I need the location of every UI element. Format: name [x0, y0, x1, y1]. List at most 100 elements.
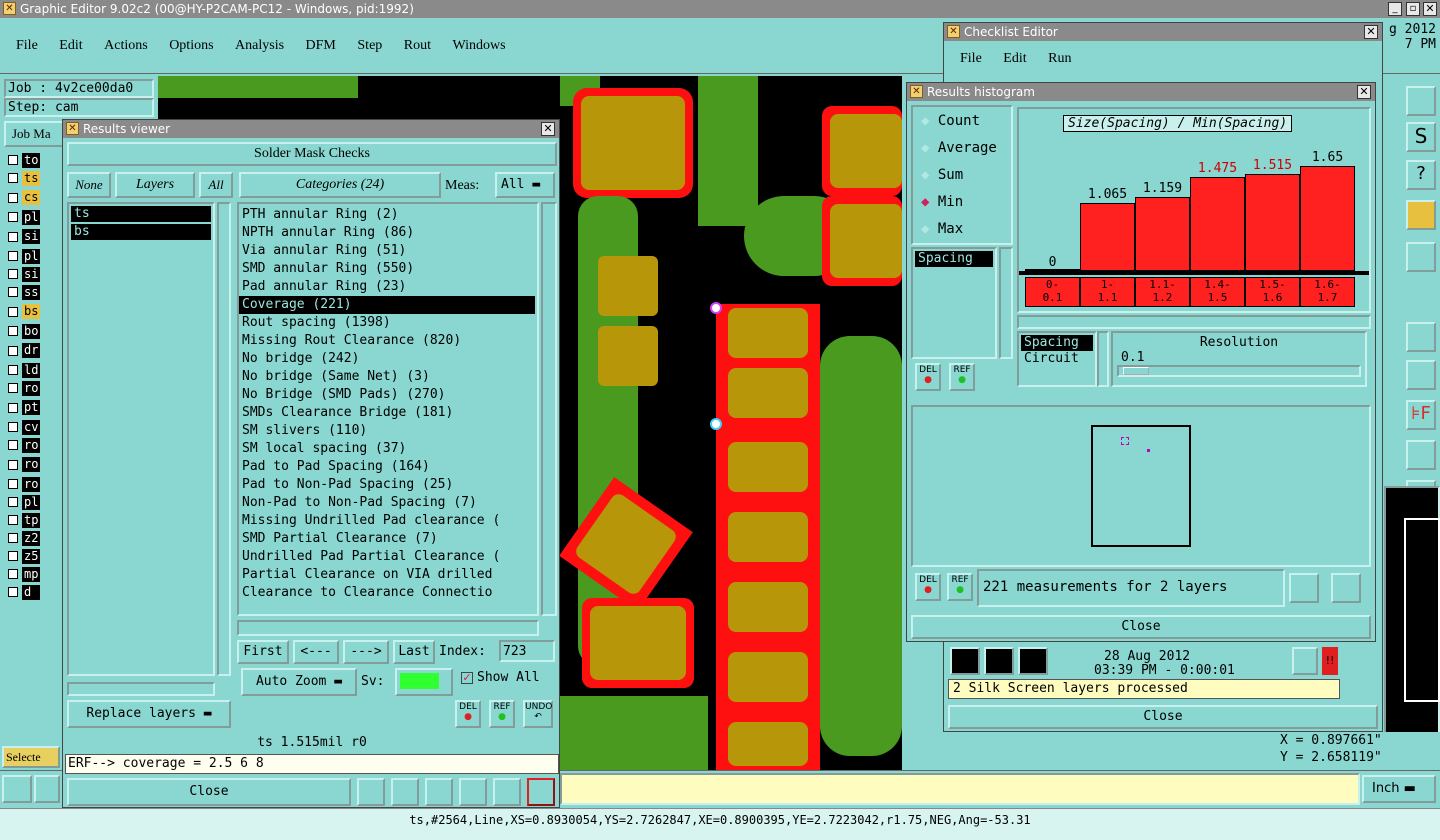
- stop-icon[interactable]: [1018, 647, 1048, 675]
- sidebar-layer-row[interactable]: ss: [4, 283, 60, 301]
- layer-checkbox[interactable]: [8, 155, 18, 165]
- all-layers-button[interactable]: All: [199, 172, 233, 198]
- histogram-hscrollbar[interactable]: [1017, 315, 1371, 329]
- layer-checkbox[interactable]: [8, 192, 18, 203]
- vector-icon[interactable]: [1406, 360, 1436, 390]
- measure-item[interactable]: Spacing: [915, 251, 993, 267]
- sidebar-layer-row[interactable]: pt: [4, 397, 60, 418]
- histogram-bar[interactable]: [1245, 174, 1300, 271]
- layer-checkbox[interactable]: [8, 459, 18, 470]
- layer-list-scrollbar[interactable]: [217, 202, 231, 676]
- group-item-spacing[interactable]: Spacing: [1021, 335, 1093, 351]
- layer-result-list[interactable]: ts bs: [67, 202, 215, 676]
- layer-checkbox[interactable]: [8, 326, 18, 336]
- close-icon[interactable]: ✕: [541, 122, 555, 136]
- layer-compare-icon[interactable]: [1406, 200, 1436, 230]
- resolution-slider[interactable]: [1117, 365, 1361, 377]
- sidebar-layer-row[interactable]: d: [4, 583, 60, 601]
- layer-checkbox[interactable]: [8, 497, 18, 507]
- menu-analysis[interactable]: Analysis: [235, 38, 284, 54]
- category-item[interactable]: Rout spacing (1398): [239, 314, 535, 332]
- run-icon[interactable]: [950, 647, 980, 675]
- histogram-bar[interactable]: [1135, 197, 1190, 271]
- layers-button[interactable]: Layers: [115, 172, 195, 198]
- layer-checkbox[interactable]: [8, 402, 18, 413]
- sidebar-layer-row[interactable]: ro: [4, 454, 60, 475]
- meas-dropdown[interactable]: All ▬: [495, 172, 555, 198]
- category-item[interactable]: Coverage (221): [239, 296, 535, 314]
- sidebar-layer-row[interactable]: bs: [4, 301, 60, 322]
- results-close-button[interactable]: Close: [67, 778, 351, 806]
- undo-button[interactable]: UNDO ↶: [523, 700, 553, 728]
- category-item[interactable]: No bridge (242): [239, 350, 535, 368]
- close-icon[interactable]: ✕: [1423, 2, 1437, 16]
- close-icon[interactable]: ✕: [1357, 85, 1371, 99]
- checklist-menu-run[interactable]: Run: [1048, 51, 1071, 67]
- select-tool-icon[interactable]: [2, 775, 32, 803]
- sidebar-layer-row[interactable]: pl: [4, 247, 60, 265]
- notes-icon[interactable]: [493, 778, 521, 806]
- checklist-close-button[interactable]: Close: [948, 705, 1378, 729]
- circle-icon[interactable]: [1406, 322, 1436, 352]
- category-item[interactable]: Via annular Ring (51): [239, 242, 535, 260]
- sidebar-layer-row[interactable]: tp: [4, 511, 60, 529]
- units-dropdown[interactable]: Inch ▬: [1362, 775, 1436, 803]
- category-item[interactable]: Pad to Non-Pad Spacing (25): [239, 476, 535, 494]
- menu-edit[interactable]: Edit: [59, 38, 82, 54]
- category-list-hscrollbar[interactable]: [237, 620, 539, 636]
- sidebar-layer-row[interactable]: mp: [4, 565, 60, 583]
- sidebar-layer-row[interactable]: pl: [4, 208, 60, 226]
- layer-result-item[interactable]: bs: [71, 224, 211, 240]
- category-item[interactable]: Undrilled Pad Partial Clearance (: [239, 548, 535, 566]
- measure-list[interactable]: Spacing: [911, 247, 997, 359]
- none-button[interactable]: None: [67, 172, 111, 198]
- option-min[interactable]: ◆ Min: [921, 194, 1011, 221]
- category-item[interactable]: Pad to Pad Spacing (164): [239, 458, 535, 476]
- layer-checkbox[interactable]: [8, 587, 18, 597]
- auto-zoom-dropdown[interactable]: Auto Zoom ▬: [241, 668, 357, 696]
- category-item[interactable]: SMDs Clearance Bridge (181): [239, 404, 535, 422]
- layer-checkbox[interactable]: [8, 422, 18, 432]
- histogram-icon[interactable]: [527, 778, 555, 806]
- sidebar-layer-row[interactable]: ld: [4, 361, 60, 379]
- menu-actions[interactable]: Actions: [104, 38, 148, 54]
- sidebar-layer-row[interactable]: ro: [4, 436, 60, 454]
- measure-tool-icon[interactable]: [34, 775, 60, 803]
- save-report-icon[interactable]: [391, 778, 419, 806]
- sv-color-dropdown[interactable]: [395, 668, 453, 696]
- run-all-icon[interactable]: [984, 647, 1014, 675]
- layer-checkbox[interactable]: [8, 287, 18, 297]
- last-button[interactable]: Last: [393, 640, 435, 664]
- layer-list-hscrollbar[interactable]: [67, 682, 215, 696]
- menu-dfm[interactable]: DFM: [306, 38, 336, 54]
- import-icon[interactable]: [1331, 573, 1361, 603]
- menu-file[interactable]: File: [16, 38, 38, 54]
- show-all-checkbox[interactable]: ✓: [461, 672, 473, 684]
- layer-checkbox[interactable]: [8, 479, 18, 489]
- number-icon[interactable]: [459, 778, 487, 806]
- measure-list-scrollbar[interactable]: [999, 247, 1013, 359]
- layer-checkbox[interactable]: [8, 383, 18, 393]
- sidebar-layer-row[interactable]: si: [4, 226, 60, 247]
- slider-thumb[interactable]: [1123, 367, 1149, 375]
- menu-options[interactable]: Options: [169, 38, 213, 54]
- category-item[interactable]: Non-Pad to Non-Pad Spacing (7): [239, 494, 535, 512]
- close-icon[interactable]: ✕: [1364, 25, 1378, 39]
- group-item-circuit[interactable]: Circuit: [1021, 351, 1093, 367]
- option-average[interactable]: ◆ Average: [921, 140, 1011, 167]
- sidebar-layer-row[interactable]: si: [4, 265, 60, 283]
- menu-rout[interactable]: Rout: [404, 38, 431, 54]
- category-item[interactable]: Missing Rout Clearance (820): [239, 332, 535, 350]
- group-list-scrollbar[interactable]: [1097, 331, 1109, 387]
- layer-checkbox[interactable]: [8, 533, 18, 543]
- option-max[interactable]: ◆ Max: [921, 221, 1011, 248]
- category-item[interactable]: SMD annular Ring (550): [239, 260, 535, 278]
- sidebar-layer-row[interactable]: cs: [4, 187, 60, 208]
- replace-layers-dropdown[interactable]: Replace layers ▬: [67, 700, 231, 728]
- snap-tool-icon[interactable]: S: [1406, 122, 1436, 152]
- export-icon[interactable]: [1289, 573, 1319, 603]
- category-item[interactable]: Clearance to Clearance Connectio: [239, 584, 535, 602]
- category-item[interactable]: NPTH annular Ring (86): [239, 224, 535, 242]
- layer-checkbox[interactable]: [8, 269, 18, 279]
- category-item[interactable]: Partial Clearance on VIA drilled: [239, 566, 535, 584]
